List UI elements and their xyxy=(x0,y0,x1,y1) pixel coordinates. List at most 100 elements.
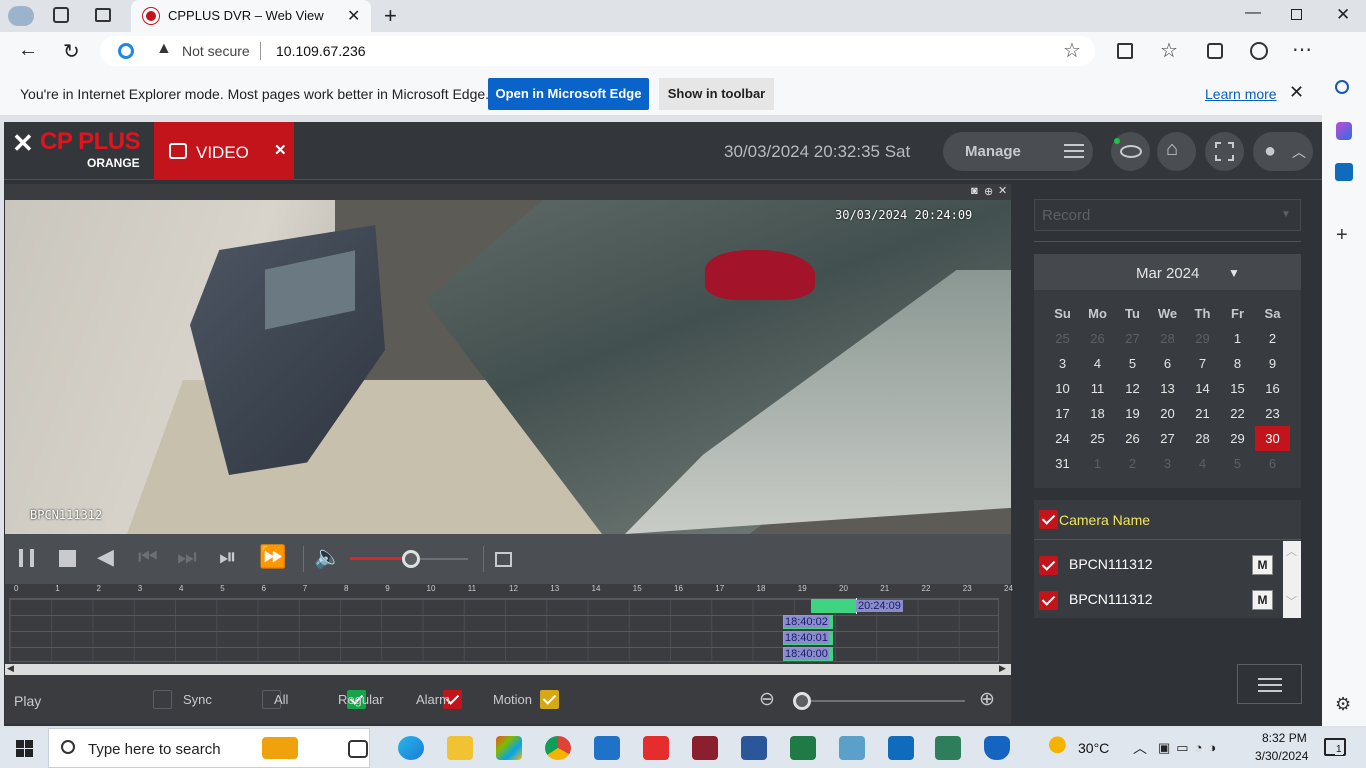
camera-list-scrollbar[interactable]: ︿ ﹀ xyxy=(1283,541,1301,618)
record-type-select[interactable]: Record ▼ xyxy=(1034,199,1301,231)
security-icon[interactable] xyxy=(984,736,1010,760)
sync-checkbox[interactable] xyxy=(153,690,172,709)
calendar-day[interactable]: 25 xyxy=(1045,326,1080,351)
close-window-icon[interactable]: ✕ xyxy=(1336,5,1350,25)
fast-forward-icon[interactable]: ⏩ xyxy=(259,544,286,570)
store-icon[interactable] xyxy=(496,736,522,760)
calendar-day[interactable]: 12 xyxy=(1115,376,1150,401)
zoom-out-icon[interactable]: ⊖ xyxy=(759,688,775,711)
notification-center-icon[interactable]: 1 xyxy=(1324,738,1346,756)
calendar-day[interactable]: 8 xyxy=(1220,351,1255,376)
ie-mode-icon[interactable] xyxy=(118,43,134,59)
camera-checkbox[interactable] xyxy=(1039,556,1058,575)
volume-icon[interactable]: 🔈 xyxy=(314,544,341,570)
timeline-zoom-track[interactable] xyxy=(795,700,965,702)
sidebar-add-icon[interactable]: + xyxy=(1336,224,1348,247)
mail-icon[interactable] xyxy=(594,736,620,760)
calendar-day[interactable]: 6 xyxy=(1150,351,1185,376)
slow-play-icon[interactable]: ⏯ xyxy=(219,544,237,570)
back-icon[interactable]: ← xyxy=(18,39,38,62)
calendar-day[interactable]: 26 xyxy=(1080,326,1115,351)
address-field[interactable]: ▲ Not secure 10.109.67.236 ☆ xyxy=(100,36,1095,66)
calendar-day[interactable]: 9 xyxy=(1255,351,1290,376)
calendar-day[interactable]: 24 xyxy=(1045,426,1080,451)
calendar-day[interactable]: 16 xyxy=(1255,376,1290,401)
start-button[interactable] xyxy=(16,740,33,757)
calendar-day[interactable]: 18 xyxy=(1080,401,1115,426)
extensions-icon[interactable] xyxy=(1250,42,1268,60)
previous-frame-icon[interactable]: ⏮ xyxy=(138,544,158,570)
learn-more-link[interactable]: Learn more xyxy=(1205,86,1277,102)
calendar-header[interactable]: Mar 2024 ▼ xyxy=(1034,254,1301,290)
calendar-day[interactable]: 31 xyxy=(1045,451,1080,476)
workspaces-icon[interactable] xyxy=(53,7,69,23)
sidebar-outlook-icon[interactable] xyxy=(1335,163,1353,181)
url-text[interactable]: 10.109.67.236 xyxy=(276,43,366,59)
excel-icon[interactable] xyxy=(790,736,816,760)
camera-mode-button[interactable]: M xyxy=(1252,590,1273,610)
calendar-day[interactable]: 14 xyxy=(1185,376,1220,401)
app-icon[interactable] xyxy=(692,736,718,760)
new-tab-icon[interactable]: + xyxy=(384,3,397,29)
playback-timeline[interactable]: 0 1 2 3 4 5 6 7 8 9 10 11 12 13 14 15 16 17 18 19 20 21 22 23 24… xyxy=(5,584,1013,676)
close-video-icon[interactable]: ✕ xyxy=(998,184,1007,197)
calendar-day[interactable]: 17 xyxy=(1045,401,1080,426)
calendar-day[interactable]: 11 xyxy=(1080,376,1115,401)
calendar-day[interactable]: 15 xyxy=(1220,376,1255,401)
video-tab[interactable]: VIDEO ✕ xyxy=(154,122,294,180)
edge-app-icon[interactable] xyxy=(398,736,424,760)
calendar-day[interactable]: 5 xyxy=(1115,351,1150,376)
calendar-day[interactable]: 25 xyxy=(1080,426,1115,451)
calendar-day[interactable]: 3 xyxy=(1045,351,1080,376)
home-button[interactable]: ⌂ xyxy=(1157,132,1196,171)
split-screen-icon[interactable] xyxy=(1117,43,1133,59)
sidebar-search-icon[interactable] xyxy=(1335,80,1349,94)
camera-mode-button[interactable]: M xyxy=(1252,555,1273,575)
chrome-icon[interactable] xyxy=(545,736,571,760)
scroll-up-icon[interactable]: ︿ xyxy=(1286,543,1297,559)
clock-time[interactable]: 8:32 PM xyxy=(1262,731,1307,745)
tray-chevron-icon[interactable]: ︿ xyxy=(1133,738,1147,758)
calendar-day[interactable]: 2 xyxy=(1115,451,1150,476)
play-backward-icon[interactable]: ◀ xyxy=(97,544,114,570)
calendar-day[interactable]: 10 xyxy=(1045,376,1080,401)
spreadsheet-app-icon[interactable] xyxy=(935,736,961,760)
snapshot-icon[interactable]: ◙ xyxy=(971,185,978,197)
sidebar-shopping-icon[interactable] xyxy=(1336,122,1352,140)
clock-date[interactable]: 3/30/2024 xyxy=(1255,749,1308,763)
close-infobar-icon[interactable]: ✕ xyxy=(1289,82,1304,103)
camera-video-feed[interactable]: 30/03/2024 20:24:09 BPCN111312 xyxy=(5,200,1011,534)
preview-button[interactable] xyxy=(1111,132,1150,171)
show-in-toolbar-button[interactable]: Show in toolbar xyxy=(659,78,774,110)
calendar-day[interactable]: 23 xyxy=(1255,401,1290,426)
favorite-star-icon[interactable]: ☆ xyxy=(1063,38,1081,63)
calendar-day[interactable]: 21 xyxy=(1185,401,1220,426)
list-view-button[interactable] xyxy=(1237,664,1302,704)
calendar-day[interactable]: 5 xyxy=(1220,451,1255,476)
outlook-icon[interactable] xyxy=(888,736,914,760)
weather-icon[interactable] xyxy=(1047,736,1073,758)
calendar-day[interactable]: 1 xyxy=(1220,326,1255,351)
calendar-day[interactable]: 19 xyxy=(1115,401,1150,426)
tray-status-icons[interactable]: ▣▭◔◑ xyxy=(1158,740,1222,756)
file-explorer-icon[interactable] xyxy=(447,736,473,760)
browser-tab[interactable]: CPPLUS DVR – Web View ✕ xyxy=(131,0,371,32)
timeline-scrollbar[interactable]: ◀ ▶ xyxy=(5,663,1011,675)
camera-row[interactable]: BPCN111312 M xyxy=(1034,550,1284,578)
word-icon[interactable] xyxy=(741,736,767,760)
minimize-icon[interactable]: — xyxy=(1245,4,1261,22)
timeline-zoom-handle[interactable] xyxy=(793,692,811,710)
zoom-icon[interactable]: ⊕ xyxy=(984,185,993,198)
calendar-day[interactable]: 28 xyxy=(1150,326,1185,351)
restore-icon[interactable] xyxy=(1291,9,1302,20)
notepad-icon[interactable] xyxy=(839,736,865,760)
manage-button[interactable]: Manage xyxy=(943,132,1093,171)
calendar-day[interactable]: 20 xyxy=(1150,401,1185,426)
calendar-day[interactable]: 29 xyxy=(1220,426,1255,451)
calendar-day[interactable]: 29 xyxy=(1185,326,1220,351)
favorites-icon[interactable]: ☆ xyxy=(1160,38,1178,63)
scroll-left-icon[interactable]: ◀ xyxy=(7,663,14,674)
close-tab-icon[interactable]: ✕ xyxy=(347,6,360,26)
calendar-day[interactable]: 2 xyxy=(1255,326,1290,351)
collections-icon[interactable] xyxy=(1207,43,1223,59)
